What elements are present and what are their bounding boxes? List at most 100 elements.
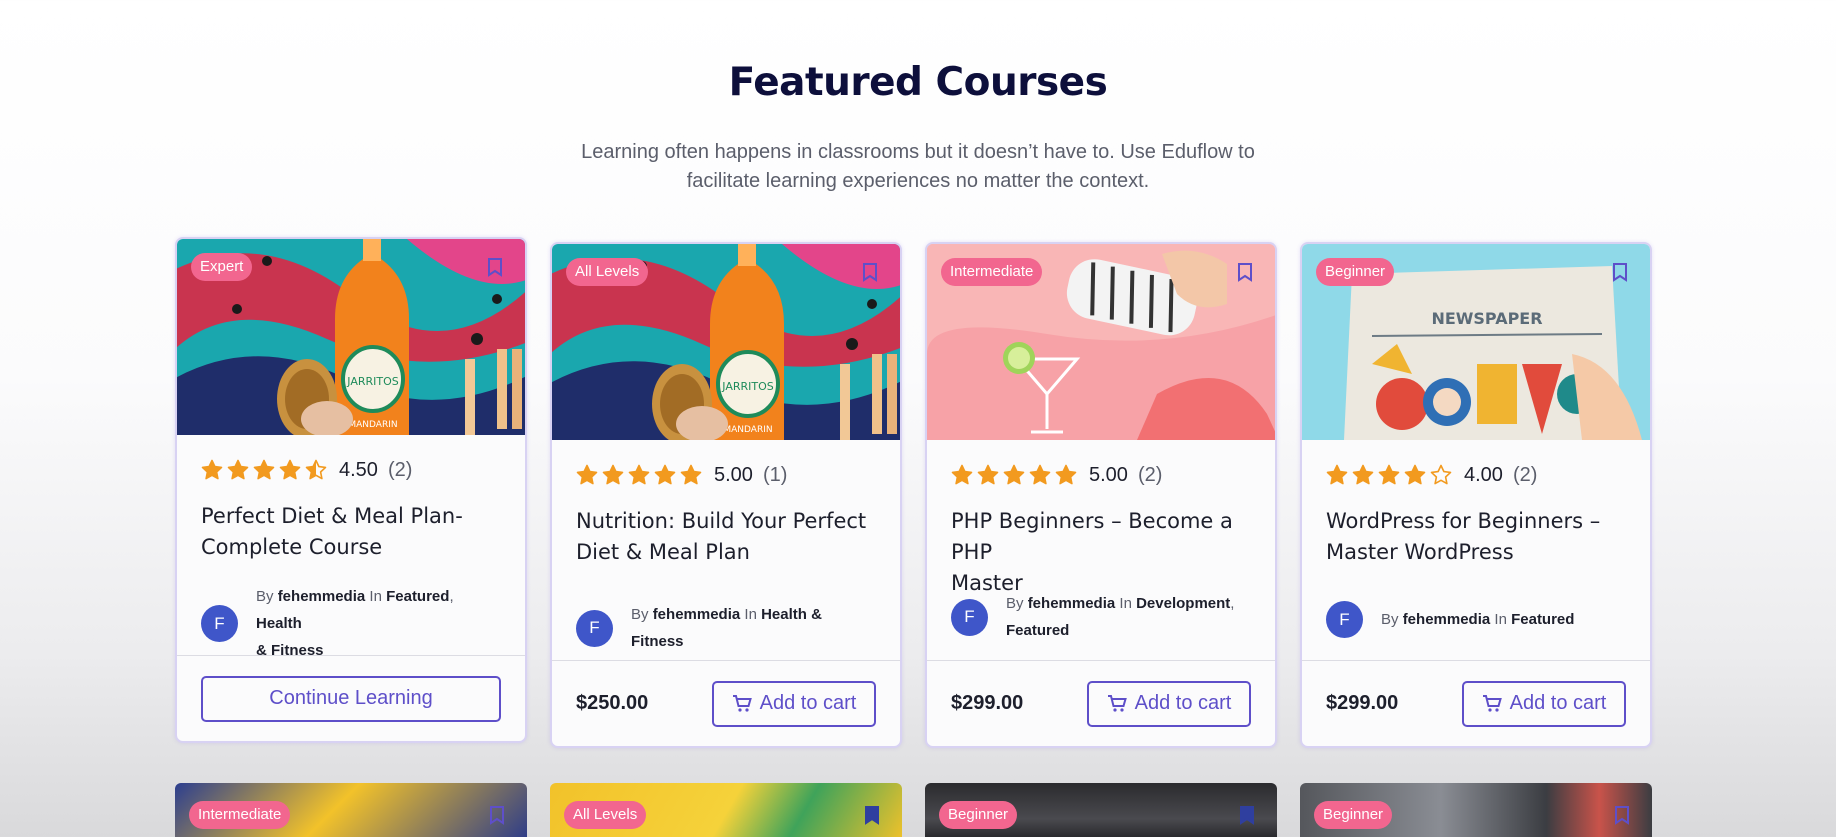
- level-badge: Intermediate: [941, 258, 1043, 286]
- rating-count: (2): [387, 458, 413, 481]
- star-empty-icon: [1430, 464, 1452, 485]
- star-filled-icon: [253, 459, 275, 480]
- rating-count: (1): [762, 463, 788, 486]
- course-price: $299.00: [951, 692, 1024, 714]
- add-to-cart-button[interactable]: Add to cart: [712, 680, 876, 727]
- avatar[interactable]: F: [1326, 601, 1363, 638]
- level-badge: Expert: [191, 253, 253, 281]
- course-title[interactable]: WordPress for Beginners – Master WordPre…: [1326, 506, 1626, 568]
- star-filled-icon: [951, 464, 973, 485]
- course-meta: F By fehemmedia In Health & Fitness: [576, 601, 876, 655]
- section-subtitle: Learning often happens in classrooms but…: [581, 141, 1255, 192]
- course-price: $299.00: [1326, 692, 1399, 714]
- author-link[interactable]: fehemmedia: [278, 588, 366, 605]
- star-filled-icon: [1326, 464, 1348, 485]
- bookmark-icon[interactable]: [487, 257, 503, 277]
- course-card-3[interactable]: Intermediate 5.00 (2) PHP Beginners – Be…: [925, 242, 1277, 748]
- bookmark-icon[interactable]: [862, 262, 878, 282]
- star-filled-icon: [1003, 464, 1025, 485]
- bookmark-icon[interactable]: [1239, 805, 1255, 825]
- cart-icon: [732, 694, 752, 712]
- course-title[interactable]: Nutrition: Build Your Perfect Diet & Mea…: [576, 506, 876, 568]
- star-filled-icon: [602, 464, 624, 485]
- section-title: Featured Courses: [728, 60, 1108, 105]
- course-rating: 5.00 (1): [576, 462, 876, 488]
- course-price: $250.00: [576, 692, 649, 714]
- course-thumbnail[interactable]: Intermediate: [927, 244, 1275, 440]
- level-badge: Beginner: [939, 801, 1018, 829]
- category-link[interactable]: Health: [256, 615, 302, 632]
- star-filled-icon: [279, 459, 301, 480]
- star-filled-icon: [628, 464, 650, 485]
- card-footer: $250.00 Add to cart: [552, 660, 900, 746]
- star-filled-icon: [654, 464, 676, 485]
- course-title[interactable]: PHP Beginners – Become a PHP Master: [951, 506, 1251, 599]
- course-thumbnail[interactable]: JARRITOS MANDARIN All Levels: [552, 244, 900, 440]
- star-filled-icon: [1378, 464, 1400, 485]
- course-card-8[interactable]: Beginner: [1300, 783, 1652, 837]
- star-filled-icon: [680, 464, 702, 485]
- bookmark-icon[interactable]: [864, 805, 880, 825]
- category-link[interactable]: Featured: [386, 588, 449, 605]
- bookmark-icon[interactable]: [489, 805, 505, 825]
- rating-value: 4.50: [339, 458, 378, 481]
- course-rating: 4.50 (2): [201, 457, 501, 483]
- card-footer: Continue Learning: [177, 655, 525, 741]
- bookmark-icon[interactable]: [1237, 262, 1253, 282]
- star-filled-icon: [227, 459, 249, 480]
- category-link[interactable]: Featured: [1006, 622, 1069, 639]
- course-card-7[interactable]: Beginner: [925, 783, 1277, 837]
- svg-text:MANDARIN: MANDARIN: [348, 420, 397, 430]
- cart-icon: [1107, 694, 1127, 712]
- course-rating: 4.00 (2): [1326, 462, 1626, 488]
- svg-text:JARRITOS: JARRITOS: [346, 375, 398, 388]
- star-filled-icon: [1352, 464, 1374, 485]
- star-filled-icon: [576, 464, 598, 485]
- continue-learning-button[interactable]: Continue Learning: [201, 675, 501, 722]
- level-badge: Beginner: [1316, 258, 1395, 286]
- bookmark-icon[interactable]: [1612, 262, 1628, 282]
- level-badge: Intermediate: [189, 801, 291, 829]
- author-link[interactable]: fehemmedia: [653, 606, 741, 623]
- course-card-6[interactable]: All Levels: [550, 783, 902, 837]
- course-card-1[interactable]: JARRITOS MANDARIN Expert 4.50 (2) Perfec…: [175, 237, 527, 743]
- star-filled-icon: [201, 459, 223, 480]
- star-filled-icon: [977, 464, 999, 485]
- author-link[interactable]: fehemmedia: [1028, 595, 1116, 612]
- course-card-4[interactable]: NEWSPAPER Beginner 4.00 (2) WordPress fo…: [1300, 242, 1652, 748]
- category-link[interactable]: & Fitness: [256, 642, 324, 659]
- add-to-cart-button[interactable]: Add to cart: [1462, 680, 1626, 727]
- rating-value: 4.00: [1464, 463, 1503, 486]
- author-link[interactable]: fehemmedia: [1403, 611, 1491, 628]
- rating-count: (2): [1137, 463, 1163, 486]
- course-meta: F By fehemmedia In Development, Featured: [951, 590, 1251, 644]
- rating-count: (2): [1512, 463, 1538, 486]
- course-card-2[interactable]: JARRITOS MANDARIN All Levels 5.00 (1) Nu…: [550, 242, 902, 748]
- rating-value: 5.00: [714, 463, 753, 486]
- category-link[interactable]: Development: [1136, 595, 1230, 612]
- rating-value: 5.00: [1089, 463, 1128, 486]
- course-thumbnail[interactable]: NEWSPAPER Beginner: [1302, 244, 1650, 440]
- bookmark-icon[interactable]: [1614, 805, 1630, 825]
- level-badge: Beginner: [1314, 801, 1393, 829]
- star-half-icon: [305, 459, 327, 480]
- avatar[interactable]: F: [951, 598, 988, 636]
- cart-icon: [1482, 694, 1502, 712]
- svg-text:JARRITOS: JARRITOS: [721, 380, 773, 393]
- course-title[interactable]: Perfect Diet & Meal Plan- Complete Cours…: [201, 501, 501, 563]
- course-card-5[interactable]: Intermediate: [175, 783, 527, 837]
- avatar[interactable]: F: [201, 605, 238, 642]
- level-badge: All Levels: [564, 801, 647, 829]
- card-footer: $299.00 Add to cart: [1302, 660, 1650, 746]
- course-meta: F By fehemmedia In Featured: [1326, 601, 1626, 638]
- star-filled-icon: [1404, 464, 1426, 485]
- category-link[interactable]: Featured: [1511, 611, 1574, 628]
- avatar[interactable]: F: [576, 609, 613, 647]
- svg-text:MANDARIN: MANDARIN: [723, 425, 772, 435]
- star-rating: [951, 464, 1077, 486]
- course-rating: 5.00 (2): [951, 462, 1251, 488]
- card-footer: $299.00 Add to cart: [927, 660, 1275, 746]
- star-rating: [576, 464, 702, 486]
- course-thumbnail[interactable]: JARRITOS MANDARIN Expert: [177, 239, 525, 435]
- add-to-cart-button[interactable]: Add to cart: [1087, 680, 1251, 727]
